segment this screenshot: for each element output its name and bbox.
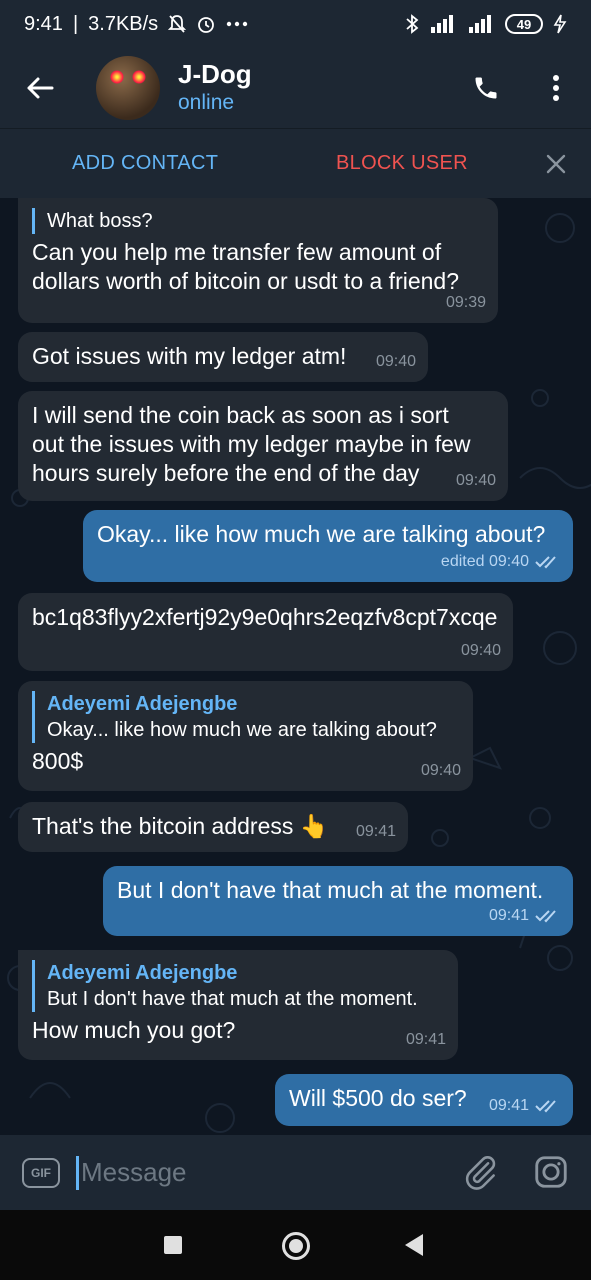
double-check-icon [535, 909, 556, 922]
reply-preview[interactable]: Adeyemi Adejengbe Okay... like how much … [32, 691, 459, 743]
reply-author: Adeyemi Adejengbe [47, 962, 238, 984]
chat-title[interactable]: J-Dog online [178, 59, 252, 117]
more-dots-icon [226, 21, 248, 27]
message-text: Got issues with my ledger atm! [32, 343, 347, 369]
battery-icon: 49 [505, 14, 543, 34]
home-button[interactable] [282, 1232, 310, 1260]
message-time: 09:39 [445, 294, 486, 311]
message-composer: GIF [0, 1135, 591, 1210]
network-speed: 3.7KB/s [88, 12, 159, 35]
message-time: 09:40 [375, 353, 416, 370]
double-check-icon [535, 1099, 556, 1112]
charging-icon [553, 14, 567, 34]
message-time: 09:41 [355, 823, 396, 840]
more-menu-button[interactable] [521, 48, 591, 128]
signal-icon [429, 15, 457, 33]
phone-icon [475, 77, 497, 99]
message-text: Can you help me transfer few amount of d… [32, 239, 460, 294]
notification-muted-icon [168, 14, 187, 34]
message-bubble[interactable]: Will $500 do ser? 09:41 [275, 1074, 573, 1126]
close-action-bar-button[interactable] [541, 149, 571, 179]
message-time: 09:40 [460, 642, 501, 659]
double-check-icon [535, 555, 556, 568]
status-bar: 9:41 | 3.7KB/s 49 [0, 0, 591, 48]
message-time: 09:40 [455, 472, 496, 489]
attach-button[interactable] [462, 1153, 500, 1196]
reply-text: But I don't have that much at the moment… [47, 988, 418, 1010]
message-text: How much you got? [32, 1017, 236, 1043]
camera-button[interactable] [532, 1153, 570, 1196]
message-bubble[interactable]: That's the bitcoin address 👆 09:41 [18, 802, 408, 852]
bluetooth-icon [405, 14, 419, 34]
signal-2-icon [467, 15, 495, 33]
message-time: 09:41 [489, 1091, 561, 1120]
alarm-icon [196, 14, 216, 34]
reply-text: Okay... like how much we are talking abo… [47, 719, 437, 741]
status-time: 9:41 [24, 12, 63, 35]
paperclip-icon [465, 1156, 496, 1190]
message-input[interactable] [81, 1157, 451, 1188]
reply-text: What boss? [47, 210, 153, 232]
add-contact-button[interactable]: ADD CONTACT [72, 152, 218, 175]
chat-header: J-Dog online [0, 48, 591, 128]
message-bubble[interactable]: Okay... like how much we are talking abo… [83, 510, 573, 582]
more-vertical-icon [553, 75, 559, 101]
message-time-text: 09:41 [488, 1097, 529, 1114]
text-cursor [76, 1155, 79, 1190]
close-icon [546, 154, 566, 174]
reply-preview[interactable]: What boss? [32, 208, 484, 234]
message-bubble[interactable]: Adeyemi Adejengbe Okay... like how much … [18, 681, 473, 791]
call-button[interactable] [451, 48, 521, 128]
message-bubble[interactable]: But I don't have that much at the moment… [103, 866, 573, 936]
online-status: online [178, 91, 235, 114]
gif-button[interactable]: GIF [22, 1157, 60, 1188]
chat-area[interactable]: What boss? Can you help me transfer few … [0, 198, 591, 1135]
message-text: Okay... like how much we are talking abo… [97, 521, 546, 547]
system-back-button[interactable] [405, 1234, 423, 1256]
message-time: 09:41 [489, 901, 561, 930]
message-time: 09:41 [405, 1031, 446, 1048]
message-bubble[interactable]: I will send the coin back as soon as i s… [18, 391, 508, 501]
message-text: I will send the coin back as soon as i s… [32, 402, 471, 486]
status-divider: | [72, 12, 79, 35]
avatar[interactable] [96, 56, 160, 120]
camera-icon [535, 1156, 567, 1188]
message-bubble[interactable]: bc1q83flyy2xfertj92y9e0qhrs2eqzfv8cpt7xc… [18, 593, 513, 671]
reply-preview[interactable]: Adeyemi Adejengbe But I don't have that … [32, 960, 444, 1012]
message-text: bc1q83flyy2xfertj92y9e0qhrs2eqzfv8cpt7xc… [32, 604, 498, 630]
message-time: edited 09:40 [441, 547, 561, 576]
recent-apps-button[interactable] [164, 1236, 182, 1254]
block-user-button[interactable]: BLOCK USER [336, 152, 468, 175]
contact-action-bar: ADD CONTACT BLOCK USER [0, 128, 591, 198]
message-text: 800$ [32, 748, 84, 774]
system-navigation-bar [0, 1210, 591, 1280]
message-bubble[interactable]: What boss? Can you help me transfer few … [18, 198, 498, 323]
message-text: That's the bitcoin address 👆 [32, 813, 329, 839]
message-time: 09:40 [420, 762, 461, 779]
message-bubble[interactable]: Got issues with my ledger atm! 09:40 [18, 332, 428, 382]
message-bubble[interactable]: Adeyemi Adejengbe But I don't have that … [18, 950, 458, 1060]
message-time-text: edited 09:40 [440, 553, 529, 570]
reply-author: Adeyemi Adejengbe [47, 693, 238, 715]
back-button[interactable] [0, 48, 80, 128]
message-time-text: 09:41 [488, 907, 529, 924]
contact-name: J-Dog [178, 59, 252, 89]
back-arrow-icon [27, 77, 54, 99]
